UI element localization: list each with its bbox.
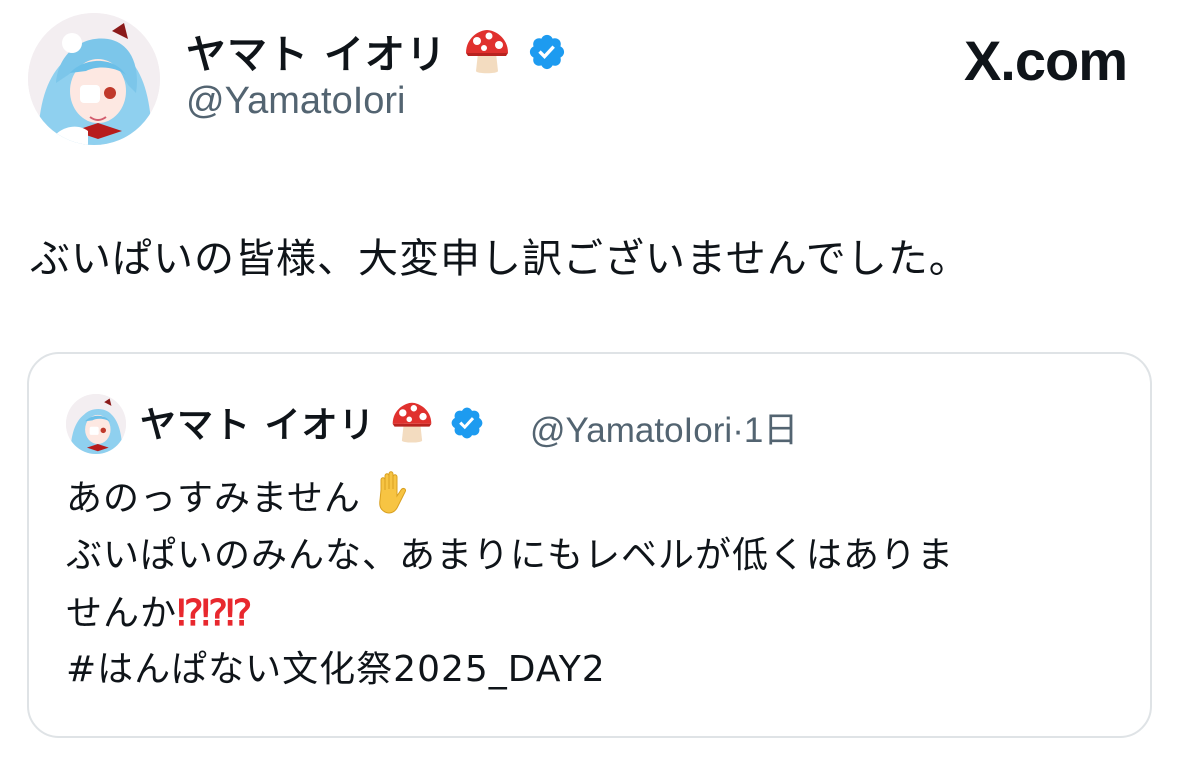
brand-logo: X.com [963, 29, 1128, 92]
mushroom-emoji-icon [462, 27, 512, 87]
quoted-author-avatar[interactable] [66, 394, 126, 454]
quoted-line-1: あのっすみません [66, 470, 954, 527]
hashtag-link[interactable]: #はんぱない文化祭2025_DAY2 [66, 641, 954, 698]
author-avatar[interactable] [28, 13, 160, 145]
quoted-line-2: ぶいぱいのみんな、あまりにもレベルが低くはありま [66, 535, 955, 576]
author-handle[interactable]: @YamatoIori [186, 80, 406, 123]
quoted-author-name-text[interactable]: ヤマト イオリ [140, 405, 376, 446]
author-name-text[interactable]: ヤマト イオリ [186, 32, 447, 78]
tweet-text: ぶいぱいの皆様、大変申し訳ございませんでした。 [30, 236, 970, 282]
verified-badge-icon[interactable] [449, 405, 485, 450]
quoted-tweet-text: あのっすみません ぶいぱいのみんな、あまりにもレベルが低くはありま せんか⁉⁉⁉… [66, 470, 954, 698]
quoted-author-display-name[interactable]: ヤマト イオリ [140, 396, 485, 455]
exclamation-question-icon: ⁉⁉⁉ [177, 592, 252, 633]
quoted-meta: @YamatoIori·1日 [530, 402, 798, 453]
quoted-timestamp[interactable]: 1日 [744, 411, 798, 450]
verified-badge-icon[interactable] [527, 32, 567, 82]
author-display-name[interactable]: ヤマト イオリ [186, 22, 567, 87]
quoted-line-3: せんか⁉⁉⁉ [66, 592, 252, 634]
raised-hand-icon [373, 470, 413, 533]
mushroom-emoji-icon [389, 400, 435, 455]
meta-separator: · [732, 411, 744, 450]
quoted-author-handle[interactable]: @YamatoIori [530, 411, 732, 450]
